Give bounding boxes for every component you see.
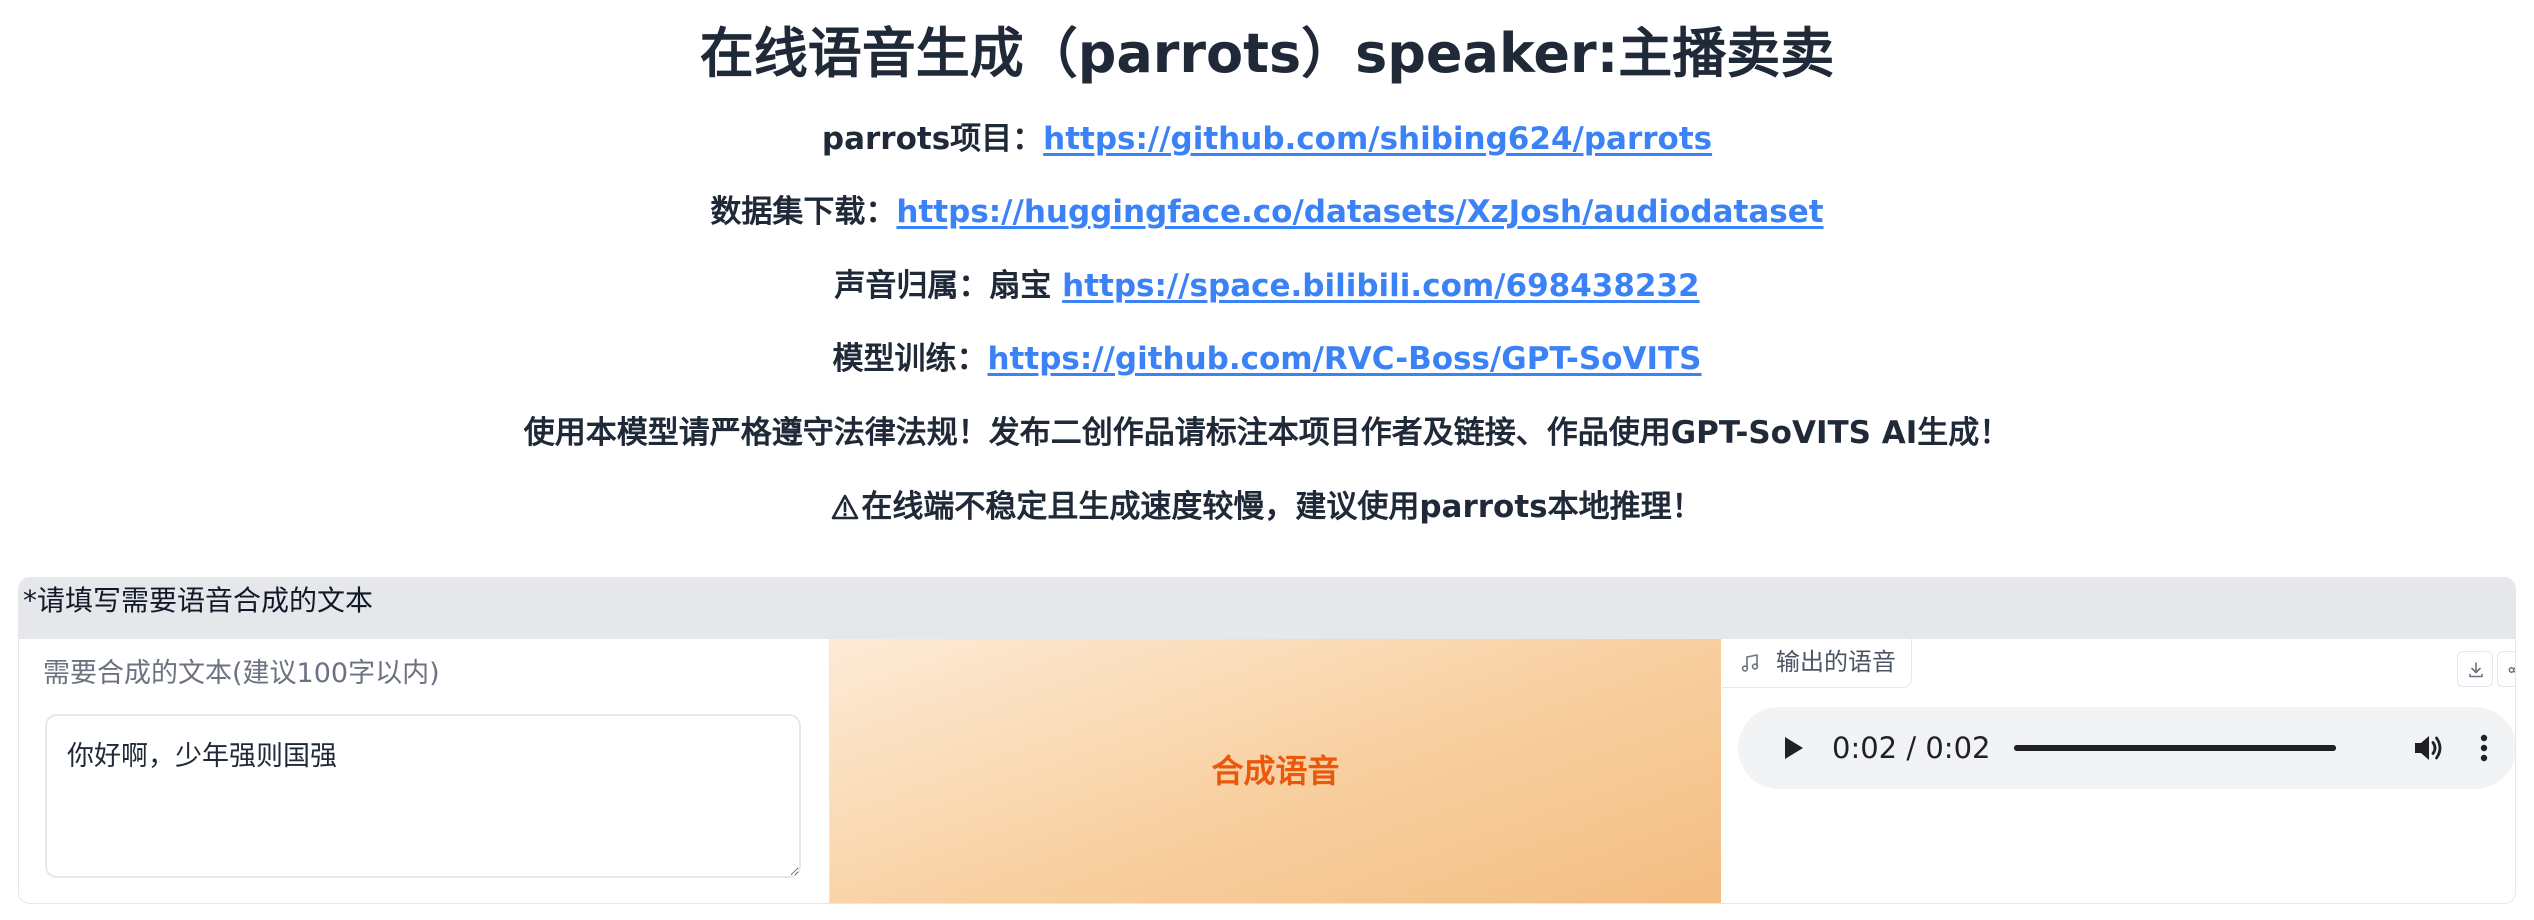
project-line: parrots项目：https://github.com/shibing624/… bbox=[0, 114, 2534, 164]
dataset-label: 数据集下载： bbox=[710, 194, 897, 230]
model-training-link[interactable]: https://github.com/RVC-Boss/GPT-SoVITS bbox=[987, 341, 1701, 377]
block-header: *请填写需要语音合成的文本 bbox=[19, 578, 2515, 639]
warning-triangle-icon bbox=[832, 494, 859, 520]
block-header-text: *请填写需要语音合成的文本 bbox=[23, 584, 374, 617]
text-input-panel: 需要合成的文本(建议100字以内) 你好啊，少年强则国强 bbox=[19, 639, 830, 903]
model-training-line: 模型训练：https://github.com/RVC-Boss/GPT-SoV… bbox=[0, 334, 2534, 384]
download-icon bbox=[2469, 662, 2483, 678]
dataset-link[interactable]: https://huggingface.co/datasets/XzJosh/a… bbox=[896, 194, 1823, 230]
tts-block: *请填写需要语音合成的文本 需要合成的文本(建议100字以内) 你好啊，少年强则… bbox=[18, 577, 2516, 904]
share-icon bbox=[2508, 667, 2515, 673]
voice-owner-line: 声音归属：扇宝 https://space.bilibili.com/69843… bbox=[0, 261, 2534, 311]
warning-text: 在线端不稳定且生成速度较慢，建议使用parrots本地推理！ bbox=[861, 489, 1703, 525]
share-button[interactable] bbox=[2497, 651, 2515, 687]
voice-owner-label: 声音归属：扇宝 bbox=[834, 268, 1063, 304]
more-vertical-icon[interactable] bbox=[2478, 732, 2490, 764]
audio-time: 0:02 / 0:02 bbox=[1832, 707, 1990, 789]
dataset-line: 数据集下载：https://huggingface.co/datasets/Xz… bbox=[0, 187, 2534, 237]
play-icon[interactable] bbox=[1778, 732, 1808, 764]
project-link[interactable]: https://github.com/shibing624/parrots bbox=[1043, 121, 1712, 157]
audio-output-label-chip: 输出的语音 bbox=[1722, 639, 1912, 688]
audio-output-label: 输出的语音 bbox=[1776, 648, 1896, 676]
project-label: parrots项目： bbox=[821, 121, 1044, 157]
audio-duration: 0:02 bbox=[1925, 731, 1991, 765]
audio-player: 0:02 / 0:02 bbox=[1738, 707, 2515, 789]
legal-notice: 使用本模型请严格遵守法律法规！发布二创作品请标注本项目作者及链接、作品使用GPT… bbox=[523, 415, 2011, 451]
audio-time-separator: / bbox=[1906, 731, 1917, 765]
volume-icon[interactable] bbox=[2412, 732, 2446, 764]
model-training-label: 模型训练： bbox=[832, 341, 988, 377]
warning-line: 在线端不稳定且生成速度较慢，建议使用parrots本地推理！ bbox=[0, 482, 2534, 532]
audio-progress-bar[interactable] bbox=[2014, 745, 2336, 751]
text-input-label: 需要合成的文本(建议100字以内) bbox=[43, 658, 440, 689]
download-button[interactable] bbox=[2457, 651, 2493, 687]
audio-current-time: 0:02 bbox=[1832, 731, 1898, 765]
audio-output-panel: 输出的语音 0:02 / 0:02 bbox=[1722, 639, 2515, 903]
page-title: 在线语音生成（parrots）speaker:主播卖卖 bbox=[699, 22, 1835, 85]
text-input[interactable]: 你好啊，少年强则国强 bbox=[45, 714, 801, 878]
music-note-icon bbox=[1741, 654, 1759, 672]
generate-button-label: 合成语音 bbox=[1211, 752, 1340, 790]
audio-progress-fill bbox=[2014, 745, 2336, 751]
generate-button[interactable]: 合成语音 bbox=[830, 639, 1721, 903]
voice-owner-link[interactable]: https://space.bilibili.com/698438232 bbox=[1062, 268, 1699, 304]
